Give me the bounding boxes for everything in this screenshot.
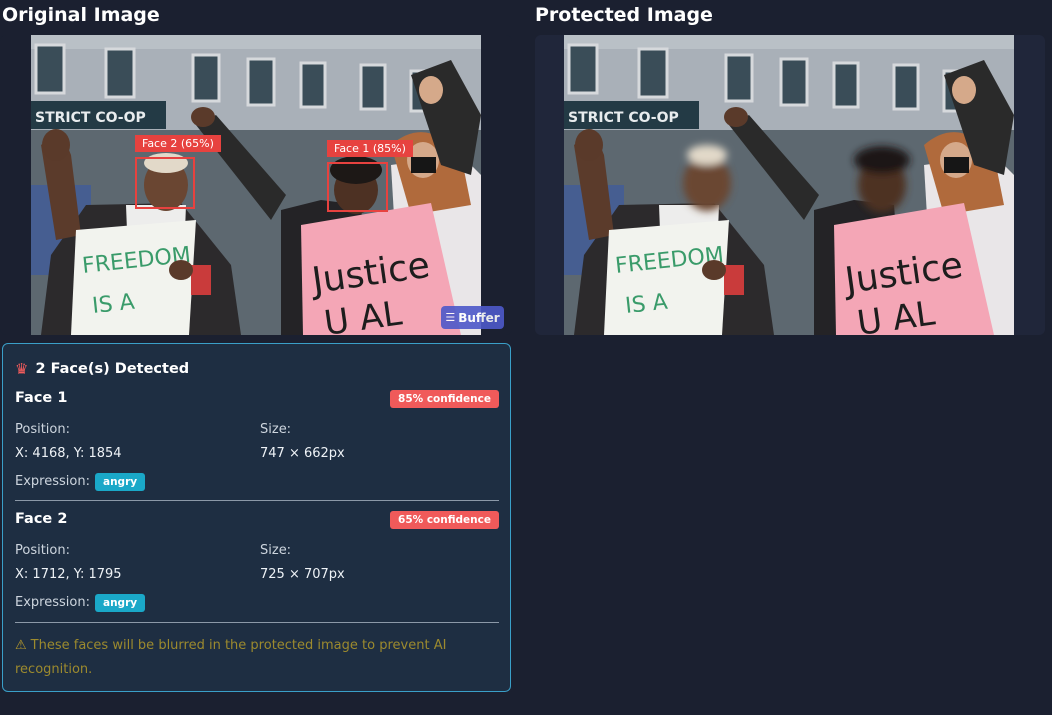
buffer-label: Buffer xyxy=(458,310,500,325)
face-1-label: Face 1 (85%) xyxy=(327,140,413,157)
buffer-button[interactable]: ☰ Buffer xyxy=(441,306,504,329)
face-2-confidence-badge: 65% confidence xyxy=(390,511,499,529)
svg-text:IS A: IS A xyxy=(91,290,136,319)
face-1-box xyxy=(327,162,388,212)
panel-header: ♛ 2 Face(s) Detected xyxy=(15,360,189,378)
warning-divider xyxy=(15,622,499,623)
face-1-expression-badge: angry xyxy=(95,473,146,491)
face-detect-icon: ♛ xyxy=(15,360,29,378)
face-1-details: Face 1 85% confidence Position: X: 4168,… xyxy=(15,390,499,500)
warning-icon: ⚠ xyxy=(15,638,27,653)
protected-photo: STRICT CO-OP FREEDOM IS A Justice U AL xyxy=(564,35,1014,335)
face-2-box xyxy=(135,157,195,209)
face-1-expression-label: Expression: xyxy=(15,474,90,489)
layers-icon: ☰ xyxy=(445,311,456,324)
face-1-position: X: 4168, Y: 1854 xyxy=(15,446,122,461)
face-2-label: Face 2 (65%) xyxy=(135,135,221,152)
face-2-size-label: Size: xyxy=(260,543,292,558)
protected-image-card: STRICT CO-OP FREEDOM IS A Justice U AL xyxy=(535,35,1045,335)
storefront-sign-protected: STRICT CO-OP xyxy=(568,110,679,126)
face-2-expression-label: Expression: xyxy=(15,595,90,610)
face-1-position-label: Position: xyxy=(15,422,70,437)
blur-warning: ⚠ These faces will be blurred in the prot… xyxy=(15,634,485,682)
warning-text: These faces will be blurred in the prote… xyxy=(15,638,447,677)
face-2-expression-badge: angry xyxy=(95,594,146,612)
face-2-details: Face 2 65% confidence Position: X: 1712,… xyxy=(15,511,499,621)
face-2-title: Face 2 xyxy=(15,511,68,527)
face-2-position: X: 1712, Y: 1795 xyxy=(15,567,122,582)
storefront-sign: STRICT CO-OP xyxy=(35,110,146,126)
original-image-title: Original Image xyxy=(2,4,160,26)
original-photo: STRICT CO-OP FREEDOM IS A Justice U AL F… xyxy=(31,35,481,335)
protest-photo-protected: STRICT CO-OP FREEDOM IS A Justice U AL xyxy=(564,35,1014,335)
protest-photo-original: STRICT CO-OP FREEDOM IS A Justice U AL xyxy=(31,35,481,335)
faces-detected-heading: 2 Face(s) Detected xyxy=(35,361,190,377)
svg-text:IS A: IS A xyxy=(624,290,669,319)
face-2-size: 725 × 707px xyxy=(260,567,345,582)
face-1-size: 747 × 662px xyxy=(260,446,345,461)
face-2-position-label: Position: xyxy=(15,543,70,558)
face-1-title: Face 1 xyxy=(15,390,68,406)
protected-image-title: Protected Image xyxy=(535,4,713,26)
face-detection-panel: ♛ 2 Face(s) Detected Face 1 85% confiden… xyxy=(2,343,511,692)
face-1-size-label: Size: xyxy=(260,422,292,437)
face-divider xyxy=(15,500,499,501)
original-image-card: STRICT CO-OP FREEDOM IS A Justice U AL F… xyxy=(0,35,512,335)
face-1-confidence-badge: 85% confidence xyxy=(390,390,499,408)
